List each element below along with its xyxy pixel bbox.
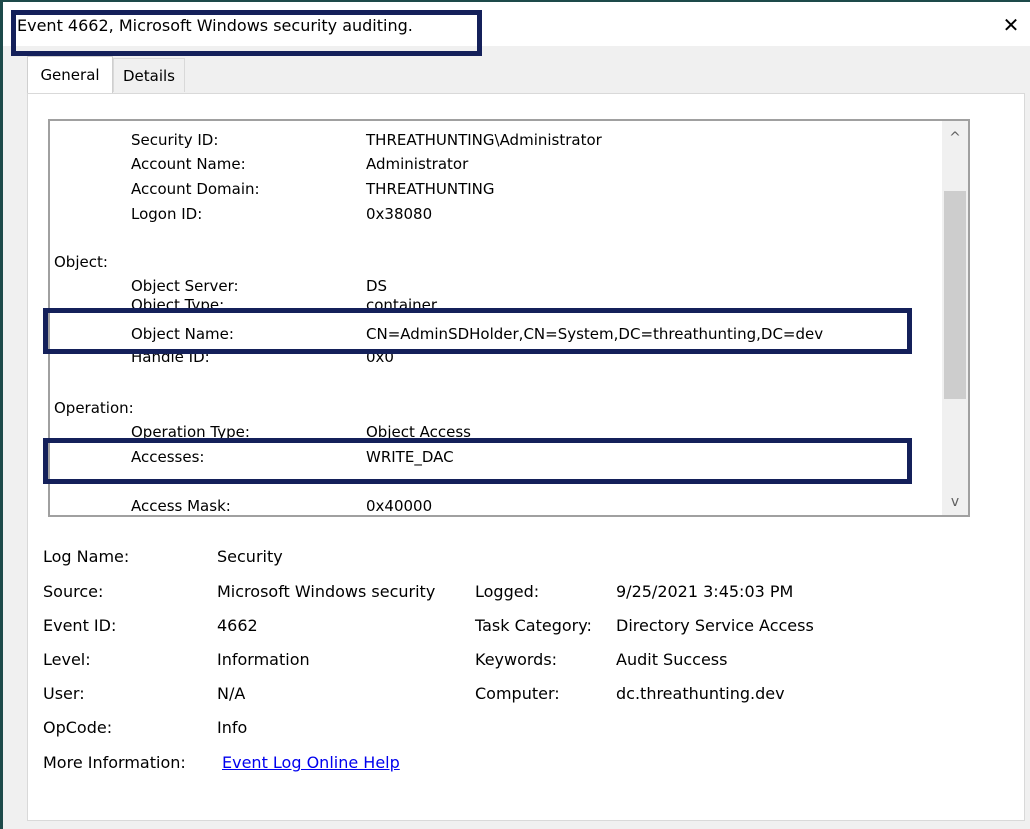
title-bar: Event 4662, Microsoft Windows security a… xyxy=(3,2,1030,46)
keywords-value: Audit Success xyxy=(616,650,728,669)
window-title: Event 4662, Microsoft Windows security a… xyxy=(17,16,413,35)
field-label: Accesses: xyxy=(131,448,205,466)
description-scrollbar[interactable]: ^ v xyxy=(942,121,968,515)
computer-value: dc.threathunting.dev xyxy=(616,684,785,703)
computer-label: Computer: xyxy=(475,684,560,703)
source-label: Source: xyxy=(43,582,104,601)
field-value: 0x0 xyxy=(366,348,394,366)
field-value: CN=AdminSDHolder,CN=System,DC=threathunt… xyxy=(366,325,824,343)
field-value: WRITE_DAC xyxy=(366,448,454,466)
field-label: Access Mask: xyxy=(131,497,231,515)
event-description-box[interactable]: Security ID: THREATHUNTING\Administrator… xyxy=(48,119,970,517)
log-name-label: Log Name: xyxy=(43,547,130,566)
keywords-label: Keywords: xyxy=(475,650,558,669)
field-value: 0x38080 xyxy=(366,205,433,223)
level-value: Information xyxy=(217,650,310,669)
field-value: Administrator xyxy=(366,155,469,173)
tab-general[interactable]: General xyxy=(27,56,113,93)
user-label: User: xyxy=(43,684,85,703)
section-header-object: Object: xyxy=(54,253,108,271)
tab-details[interactable]: Details xyxy=(113,58,185,92)
user-value: N/A xyxy=(217,684,246,703)
field-label: Object Name: xyxy=(131,325,234,343)
section-header-operation: Operation: xyxy=(54,399,134,417)
opcode-value: Info xyxy=(217,718,248,737)
field-label: Handle ID: xyxy=(131,348,210,366)
logged-value: 9/25/2021 3:45:03 PM xyxy=(616,582,794,601)
event-id-value: 4662 xyxy=(217,616,258,635)
field-value: THREATHUNTING\Administrator xyxy=(366,131,602,149)
field-value: container xyxy=(366,296,438,314)
field-label: Logon ID: xyxy=(131,205,203,223)
field-label: Account Domain: xyxy=(131,180,260,198)
field-label: Object Type: xyxy=(131,296,225,314)
scroll-up-icon[interactable]: ^ xyxy=(942,125,968,151)
scroll-thumb[interactable] xyxy=(944,191,966,399)
field-label: Account Name: xyxy=(131,155,246,173)
field-label: Operation Type: xyxy=(131,423,250,441)
logged-label: Logged: xyxy=(475,582,540,601)
event-properties-window: Event 4662, Microsoft Windows security a… xyxy=(0,0,1030,829)
task-category-value: Directory Service Access xyxy=(616,616,814,635)
scroll-down-icon[interactable]: v xyxy=(942,489,968,515)
field-label: Security ID: xyxy=(131,131,219,149)
task-category-label: Task Category: xyxy=(475,616,592,635)
log-name-value: Security xyxy=(217,547,283,566)
event-id-label: Event ID: xyxy=(43,616,117,635)
field-value: Object Access xyxy=(366,423,471,441)
opcode-label: OpCode: xyxy=(43,718,113,737)
event-log-online-help-link[interactable]: Event Log Online Help xyxy=(222,751,400,775)
more-information-label: More Information: xyxy=(43,753,186,772)
field-value: 0x40000 xyxy=(366,497,433,515)
field-value: THREATHUNTING xyxy=(366,180,495,198)
close-icon[interactable]: ✕ xyxy=(998,10,1024,40)
level-label: Level: xyxy=(43,650,91,669)
source-value: Microsoft Windows security xyxy=(217,582,436,601)
